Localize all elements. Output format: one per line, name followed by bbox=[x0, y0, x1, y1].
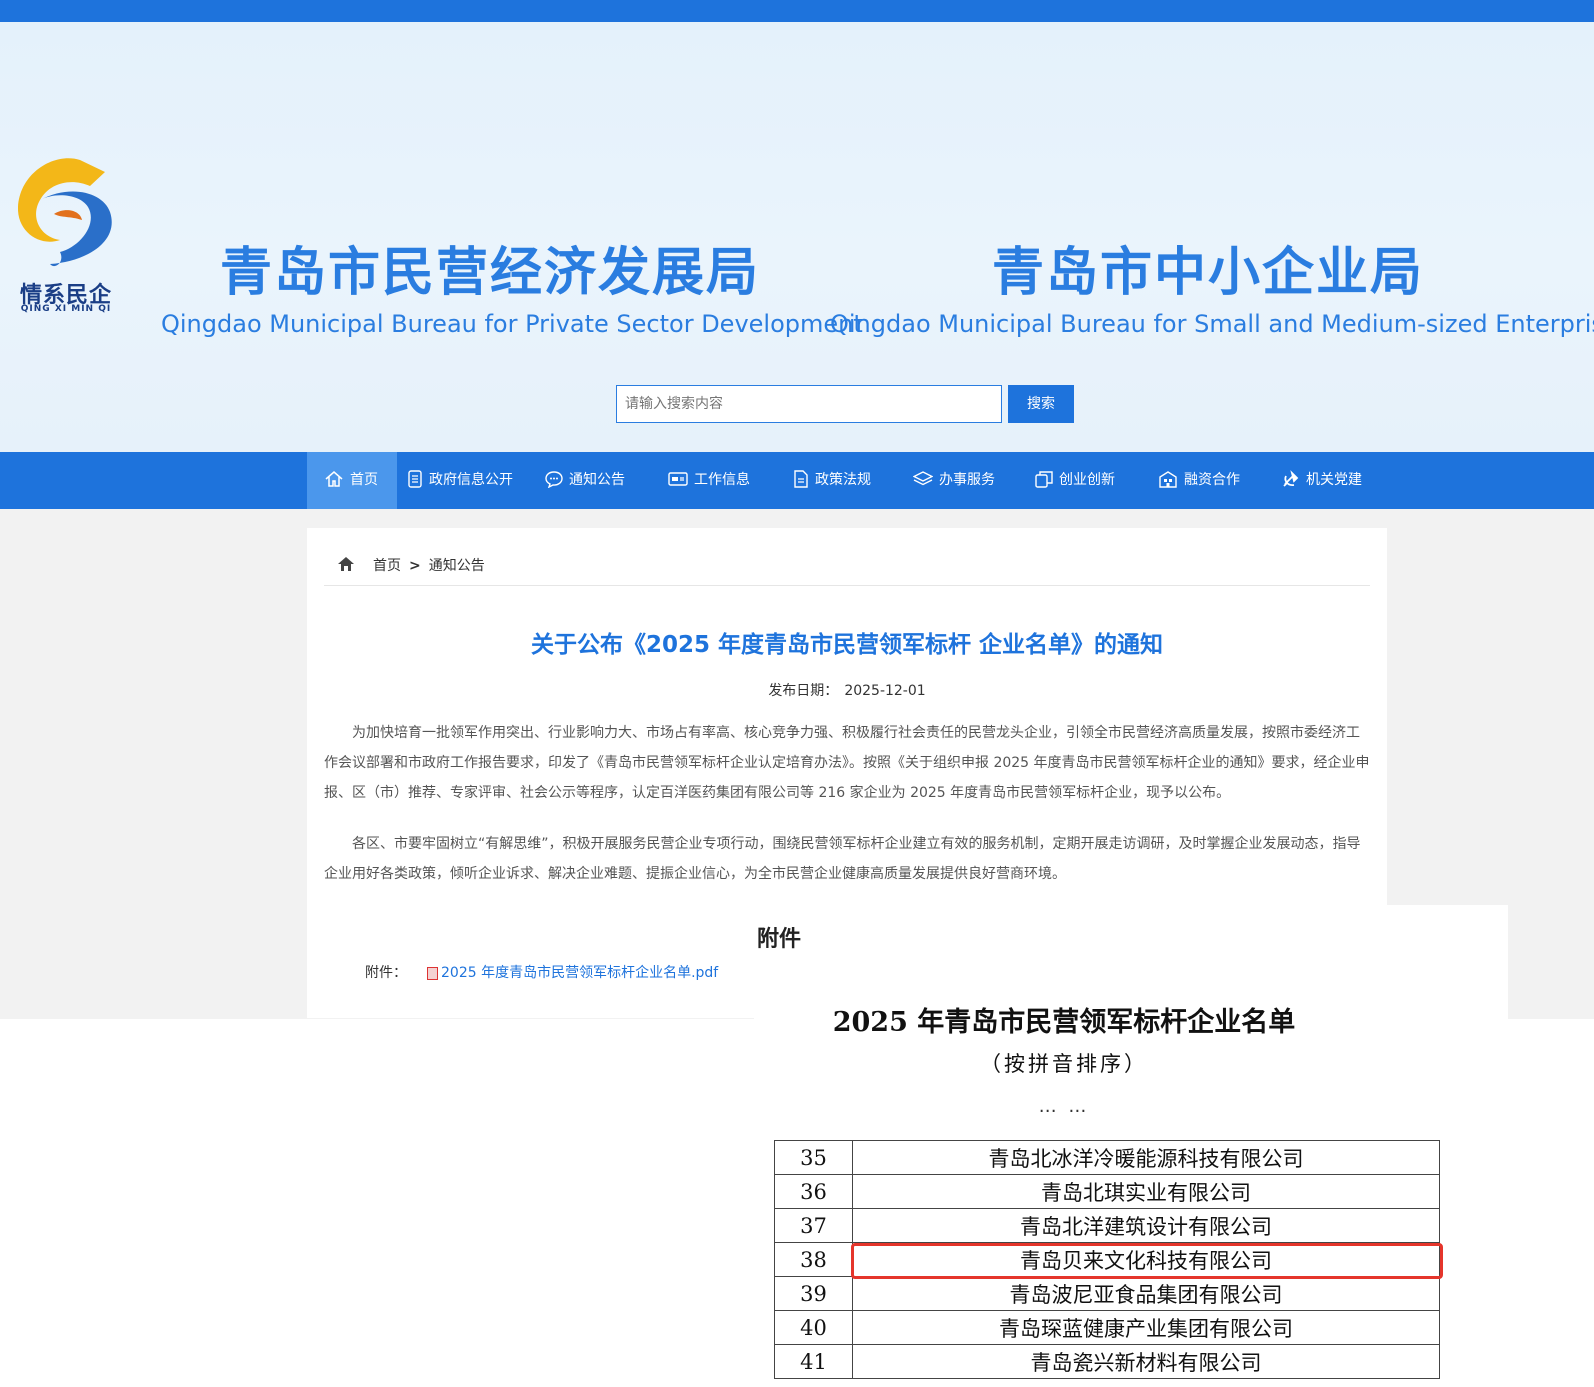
attachment-label: 附件： bbox=[365, 965, 407, 981]
row-number: 39 bbox=[774, 1276, 853, 1311]
breadcrumb-separator: > bbox=[409, 558, 421, 574]
row-number: 35 bbox=[774, 1140, 853, 1175]
breadcrumb-current[interactable]: 通知公告 bbox=[429, 558, 485, 574]
nav-item-services[interactable]: 办事服务 bbox=[912, 452, 995, 509]
publish-date-label: 发布日期： bbox=[768, 683, 839, 699]
company-name: 青岛北洋建筑设计有限公司 bbox=[852, 1208, 1440, 1243]
nav-item-label: 工作信息 bbox=[694, 472, 750, 488]
bureau-sme-name-en: Qingdao Municipal Bureau for Small and M… bbox=[830, 310, 1594, 338]
nav-item-label: 通知公告 bbox=[569, 472, 625, 488]
attachment-heading: 附件 bbox=[757, 927, 802, 952]
table-row: 39 青岛波尼亚食品集团有限公司 bbox=[774, 1276, 1440, 1311]
company-name: 青岛北冰洋冷暖能源科技有限公司 bbox=[852, 1140, 1440, 1175]
row-number: 40 bbox=[774, 1310, 853, 1345]
monitor-icon bbox=[668, 472, 688, 486]
nav-item-label: 政策法规 bbox=[815, 472, 871, 488]
pdf-icon bbox=[427, 966, 438, 980]
publish-date-value: 2025-12-01 bbox=[844, 683, 926, 699]
article-paragraph: 为加快培育一批领军作用突出、行业影响力大、市场占有率高、核心竞争力强、积极履行社… bbox=[324, 725, 1370, 801]
top-accent-bar bbox=[0, 0, 1594, 22]
attachment-file-name: 2025 年度青岛市民营领军标杆企业名单.pdf bbox=[441, 965, 719, 981]
nav-item-party[interactable]: 机关党建 bbox=[1282, 452, 1362, 509]
article-title: 关于公布《2025 年度青岛市民营领军标杆 企业名单》的通知 bbox=[530, 632, 1164, 658]
document-subtitle: （按拼音排序） bbox=[980, 1052, 1148, 1076]
building-icon bbox=[1159, 471, 1177, 488]
nav-item-label: 创业创新 bbox=[1059, 472, 1115, 488]
table-row: 36 青岛北琪实业有限公司 bbox=[774, 1174, 1440, 1209]
site-logo[interactable]: 情系民企 QING XI MIN QI bbox=[10, 152, 122, 322]
nav-item-policy[interactable]: 政策法规 bbox=[793, 452, 871, 509]
publish-date: 发布日期： 2025-12-01 bbox=[324, 680, 1370, 700]
file-icon bbox=[794, 470, 808, 488]
table-row: 41 青岛瓷兴新材料有限公司 bbox=[774, 1344, 1440, 1379]
logo-emblem-icon bbox=[17, 158, 112, 267]
document-title: 2025 年青岛市民营领军标杆企业名单 bbox=[832, 1007, 1296, 1038]
company-name: 青岛波尼亚食品集团有限公司 bbox=[852, 1276, 1440, 1311]
home-icon bbox=[325, 471, 343, 487]
company-name: 青岛琛蓝健康产业集团有限公司 bbox=[852, 1310, 1440, 1345]
row-number: 36 bbox=[774, 1174, 853, 1209]
row-number: 37 bbox=[774, 1208, 853, 1243]
row-number: 41 bbox=[774, 1344, 853, 1379]
row-number: 38 bbox=[774, 1242, 853, 1277]
copy-icon bbox=[1035, 471, 1053, 488]
highlight-box bbox=[851, 1243, 1443, 1279]
bureau-private-name-en: Qingdao Municipal Bureau for Private Sec… bbox=[161, 310, 863, 338]
document-icon bbox=[408, 470, 422, 488]
attachment-row: 附件： 2025 年度青岛市民营领军标杆企业名单.pdf bbox=[365, 962, 718, 982]
divider bbox=[324, 585, 1370, 586]
table-row: 37 青岛北洋建筑设计有限公司 bbox=[774, 1208, 1440, 1243]
bureau-sme-name-cn: 青岛市中小企业局 bbox=[992, 243, 1425, 303]
article-body: 各区、市要牢固树立“有解思维”，积极开展服务民营企业专项行动，围绕民营领军标杆企… bbox=[324, 829, 1370, 889]
chat-icon bbox=[545, 471, 563, 489]
document-ellipsis: … … bbox=[1038, 1096, 1090, 1117]
party-icon bbox=[1283, 470, 1299, 487]
nav-item-notices[interactable]: 通知公告 bbox=[545, 452, 625, 509]
nav-item-label: 融资合作 bbox=[1184, 472, 1240, 488]
layers-icon bbox=[912, 471, 934, 486]
breadcrumb: 首页 > 通知公告 bbox=[337, 555, 485, 575]
bureau-private-name-cn: 青岛市民营经济发展局 bbox=[220, 243, 761, 303]
search-button[interactable]: 搜索 bbox=[1008, 385, 1074, 423]
company-name: 青岛北琪实业有限公司 bbox=[852, 1174, 1440, 1209]
main-nav: 首页 政府信息公开 通知公告 工作信息 政策法规 办事服务 创业创新 融资合作 … bbox=[0, 452, 1594, 509]
nav-item-label: 办事服务 bbox=[939, 472, 995, 488]
attachment-link[interactable]: 2025 年度青岛市民营领军标杆企业名单.pdf bbox=[427, 965, 718, 981]
nav-item-label: 机关党建 bbox=[1306, 472, 1362, 488]
table-row: 40 青岛琛蓝健康产业集团有限公司 bbox=[774, 1310, 1440, 1345]
search-input[interactable] bbox=[616, 385, 1002, 423]
nav-item-finance[interactable]: 融资合作 bbox=[1158, 452, 1240, 509]
breadcrumb-home-link[interactable]: 首页 bbox=[373, 558, 401, 574]
article-body: 为加快培育一批领军作用突出、行业影响力大、市场占有率高、核心竞争力强、积极履行社… bbox=[324, 718, 1370, 808]
logo-subtext: QING XI MIN QI bbox=[20, 304, 112, 314]
nav-item-innovation[interactable]: 创业创新 bbox=[1035, 452, 1115, 509]
nav-item-home[interactable]: 首页 bbox=[307, 452, 397, 509]
article-paragraph: 各区、市要牢固树立“有解思维”，积极开展服务民营企业专项行动，围绕民营领军标杆企… bbox=[324, 836, 1361, 882]
nav-item-work-info[interactable]: 工作信息 bbox=[668, 452, 750, 509]
table-row: 35 青岛北冰洋冷暖能源科技有限公司 bbox=[774, 1140, 1440, 1175]
nav-item-label: 政府信息公开 bbox=[429, 472, 513, 488]
nav-item-gov-info[interactable]: 政府信息公开 bbox=[407, 452, 513, 509]
home-icon[interactable] bbox=[337, 556, 355, 572]
company-name: 青岛瓷兴新材料有限公司 bbox=[852, 1344, 1440, 1379]
nav-item-label: 首页 bbox=[350, 472, 378, 488]
